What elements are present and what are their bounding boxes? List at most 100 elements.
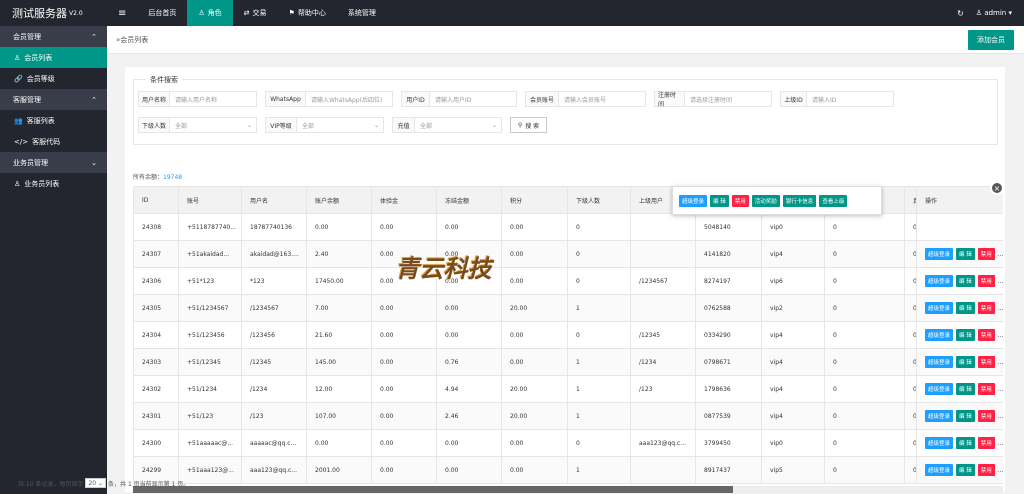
column-header: 用户名 bbox=[241, 186, 307, 214]
app-logo[interactable]: 测试服务器 V2.0 bbox=[0, 0, 107, 26]
edit-button[interactable]: 编 辑 bbox=[956, 302, 975, 314]
table-cell: 0.00 bbox=[501, 321, 568, 349]
activity-reward-button[interactable]: 活动奖励 bbox=[751, 194, 780, 207]
filter-label: 用户名称 bbox=[138, 91, 169, 107]
more-actions-icon[interactable]: ... bbox=[998, 386, 1003, 393]
more-actions-icon[interactable]: ... bbox=[998, 440, 1003, 447]
more-actions-icon[interactable]: ... bbox=[998, 278, 1003, 285]
super-login-button[interactable]: 超级登录 bbox=[925, 275, 954, 287]
refresh-icon[interactable]: ↻ bbox=[957, 9, 964, 18]
disable-button[interactable]: 禁用 bbox=[731, 194, 749, 207]
sidebar-group-sales[interactable]: 业务员管理 ⌄ bbox=[0, 152, 107, 173]
super-login-button[interactable]: 超级登录 bbox=[925, 356, 954, 368]
super-login-button[interactable]: 超级登录 bbox=[925, 464, 954, 476]
disable-button[interactable]: 禁用 bbox=[977, 464, 995, 476]
disable-button[interactable]: 禁用 bbox=[977, 437, 995, 449]
sidebar-item-service-code[interactable]: </> 客服代码 bbox=[0, 131, 107, 152]
table-cell: 0 bbox=[904, 294, 917, 322]
more-actions-icon[interactable]: ... bbox=[998, 359, 1003, 366]
more-actions-icon[interactable]: ... bbox=[998, 467, 1003, 474]
link-icon: 🔗 bbox=[14, 74, 23, 83]
disable-button[interactable]: 禁用 bbox=[977, 248, 995, 260]
nav-home[interactable]: 后台首页 bbox=[137, 0, 187, 26]
super-login-button[interactable]: 超级登录 bbox=[925, 302, 954, 314]
super-login-button[interactable]: 超级登录 bbox=[925, 383, 954, 395]
code-icon: </> bbox=[14, 137, 29, 146]
table-cell: 0 bbox=[824, 213, 905, 241]
actions-cell: 超级登录编 辑禁用... bbox=[916, 402, 1003, 430]
super-login-button[interactable]: 超级登录 bbox=[925, 410, 954, 422]
edit-button[interactable]: 编 辑 bbox=[956, 464, 975, 476]
column-header[interactable]: 体验金 bbox=[371, 186, 437, 214]
select-value: 全部 bbox=[420, 122, 433, 130]
nav-help-label: 帮助中心 bbox=[297, 9, 326, 17]
more-actions-icon[interactable]: ... bbox=[998, 305, 1003, 312]
disable-button[interactable]: 禁用 bbox=[977, 410, 995, 422]
page-size-select[interactable]: 20 ⌄ bbox=[85, 478, 107, 488]
sidebar-group-service[interactable]: 客服管理 ⌃ bbox=[0, 89, 107, 110]
user-id-input[interactable]: 请输入用户ID bbox=[429, 91, 517, 107]
super-login-button[interactable]: 超级登录 bbox=[925, 329, 954, 341]
nav-help[interactable]: ⚑ 帮助中心 bbox=[278, 0, 337, 26]
sidebar-item-member-level[interactable]: 🔗 会员等级 bbox=[0, 68, 107, 89]
breadcrumb-label[interactable]: 会员列表 bbox=[120, 35, 148, 45]
edit-button[interactable]: 编 辑 bbox=[956, 329, 975, 341]
register-time-input[interactable]: 请选择注册时间 bbox=[684, 91, 772, 107]
disable-button[interactable]: 禁用 bbox=[977, 302, 995, 314]
table-cell: +51/1234 bbox=[178, 375, 242, 403]
parent-id-input[interactable]: 请输入ID bbox=[806, 91, 894, 107]
edit-button[interactable]: 编 辑 bbox=[956, 248, 975, 260]
sidebar-group-members[interactable]: 会员管理 ⌃ bbox=[0, 26, 107, 47]
vip-level-select[interactable]: 全部 ⌄ bbox=[296, 117, 384, 133]
subordinates-select[interactable]: 全部 ⌄ bbox=[169, 117, 257, 133]
recharge-select[interactable]: 全部 ⌄ bbox=[414, 117, 502, 133]
nav-role[interactable]: ♙ 角色 bbox=[187, 0, 233, 26]
more-actions-icon[interactable]: ... bbox=[998, 332, 1003, 339]
super-login-button[interactable]: 超级登录 bbox=[679, 194, 708, 207]
horizontal-scrollbar[interactable] bbox=[133, 486, 1003, 493]
super-login-button[interactable]: 超级登录 bbox=[925, 248, 954, 260]
whatsapp-input[interactable]: 请输入WhatsApp(后四位) bbox=[305, 91, 393, 107]
sidebar-item-label: 客服列表 bbox=[26, 116, 55, 125]
disable-button[interactable]: 禁用 bbox=[977, 275, 995, 287]
disable-button[interactable]: 禁用 bbox=[977, 356, 995, 368]
table-cell: vip5 bbox=[761, 456, 825, 484]
search-button[interactable]: ⚲ 搜 索 bbox=[510, 117, 547, 133]
column-header[interactable]: 账户余额 bbox=[306, 186, 372, 214]
super-login-button[interactable]: 超级登录 bbox=[925, 437, 954, 449]
table-cell: 8917437 bbox=[695, 456, 762, 484]
table-cell bbox=[630, 213, 696, 241]
nav-system[interactable]: 系统管理 bbox=[337, 0, 387, 26]
table-cell: 1 bbox=[567, 294, 631, 322]
menu-toggle-icon[interactable]: ≡ bbox=[107, 0, 137, 26]
scrollbar-thumb[interactable] bbox=[133, 486, 733, 493]
member-table-wrap[interactable]: ID账号用户名账户余额体验金冻结金额积分下级人数上级用户邀请码等级充值真实操作 … bbox=[133, 186, 1003, 486]
edit-button[interactable]: 编 辑 bbox=[710, 194, 729, 207]
edit-button[interactable]: 编 辑 bbox=[956, 356, 975, 368]
sidebar-item-service-list[interactable]: 👥 客服列表 bbox=[0, 110, 107, 131]
bank-card-button[interactable]: 银行卡信息 bbox=[782, 194, 817, 207]
actions-cell: 超级登录编 辑禁用... bbox=[916, 348, 1003, 376]
nav-trade[interactable]: ⇄ 交易 bbox=[233, 0, 278, 26]
sidebar-item-sales-list[interactable]: ♙ 业务员列表 bbox=[0, 173, 107, 194]
table-cell: 0.00 bbox=[371, 294, 437, 322]
close-icon[interactable]: × bbox=[990, 181, 1004, 195]
disable-button[interactable]: 禁用 bbox=[977, 383, 995, 395]
username-input[interactable]: 请输入用户名称 bbox=[169, 91, 257, 107]
edit-button[interactable]: 编 辑 bbox=[956, 383, 975, 395]
watermark-logo: 青云科技 bbox=[395, 253, 492, 283]
sidebar-item-member-list[interactable]: ♙ 会员列表 bbox=[0, 47, 107, 68]
edit-button[interactable]: 编 辑 bbox=[956, 410, 975, 422]
column-header[interactable]: 冻结金额 bbox=[436, 186, 502, 214]
view-parent-button[interactable]: 查看上级 bbox=[819, 194, 848, 207]
table-cell: 21.60 bbox=[306, 321, 372, 349]
edit-button[interactable]: 编 辑 bbox=[956, 275, 975, 287]
member-account-input[interactable]: 请输入会员账号 bbox=[558, 91, 646, 107]
add-member-button[interactable]: 添加会员 bbox=[968, 30, 1014, 50]
user-menu[interactable]: ♙ admin ▾ bbox=[976, 9, 1012, 17]
more-actions-icon[interactable]: ... bbox=[998, 251, 1003, 258]
disable-button[interactable]: 禁用 bbox=[977, 329, 995, 341]
more-actions-icon[interactable]: ... bbox=[998, 413, 1003, 420]
search-legend: 条件搜索 bbox=[146, 75, 182, 85]
edit-button[interactable]: 编 辑 bbox=[956, 437, 975, 449]
